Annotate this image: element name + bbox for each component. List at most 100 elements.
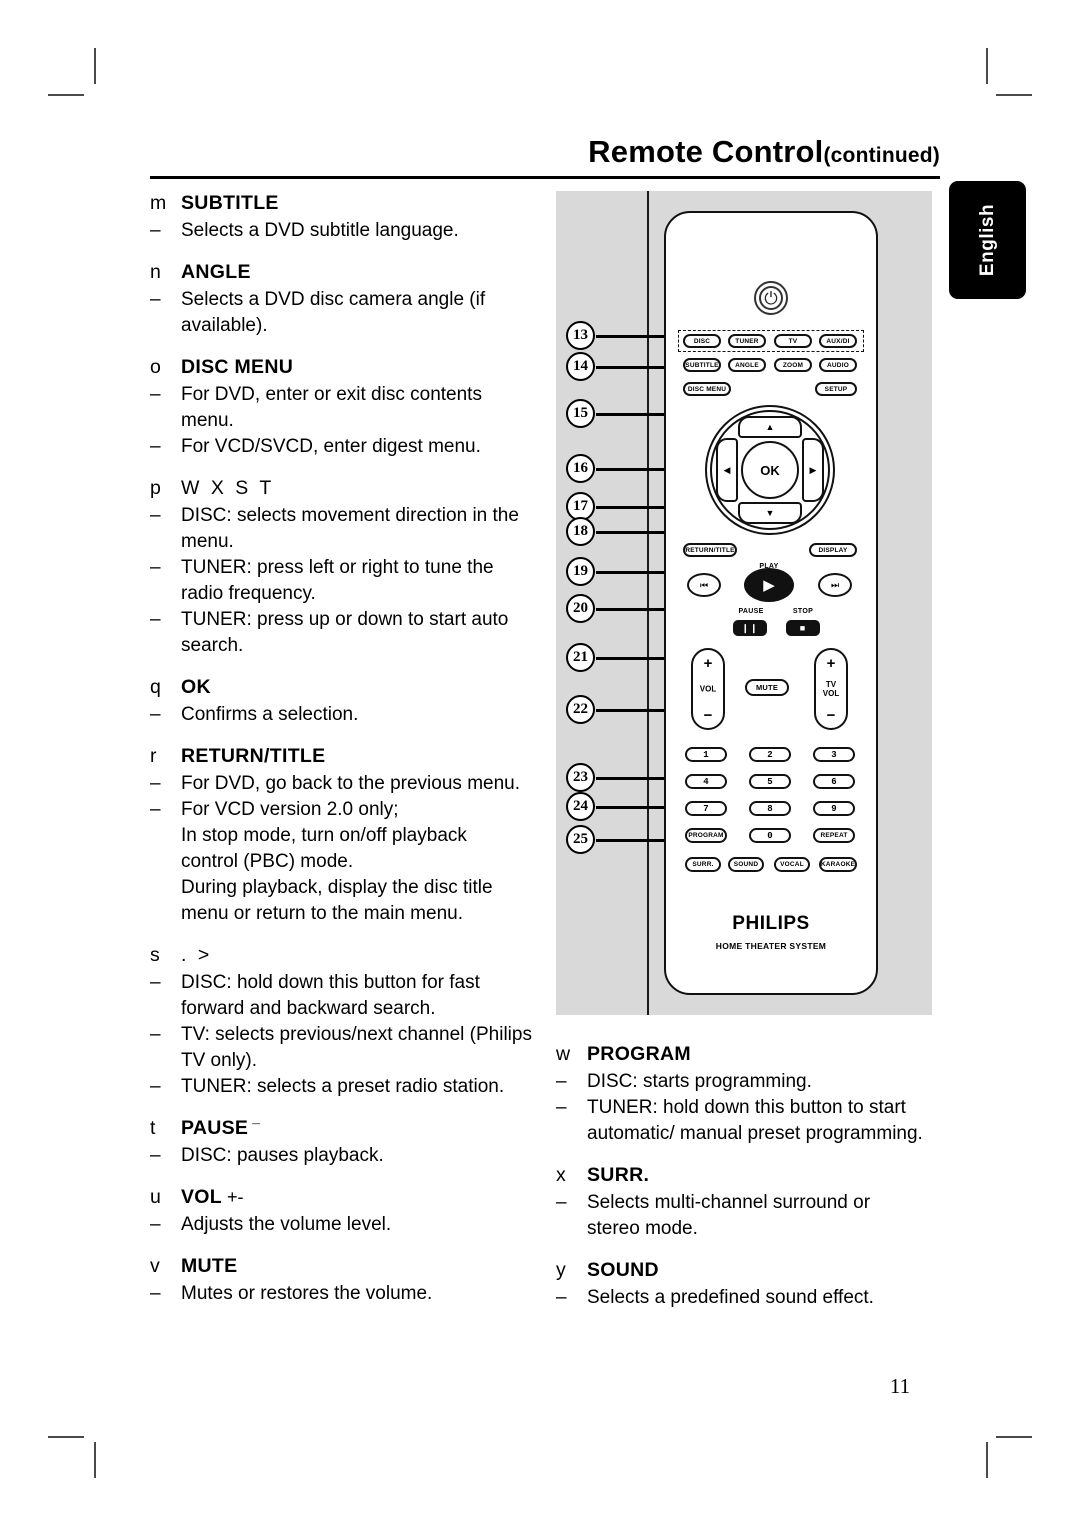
- key-display[interactable]: DISPLAY: [809, 543, 857, 557]
- bullet-dash: –: [150, 609, 161, 630]
- key-tuner[interactable]: TUNER: [728, 334, 766, 348]
- manual-entry: q OK – Confirms a selection.: [150, 676, 540, 727]
- callout-13: 13: [566, 321, 595, 350]
- key-aux-di[interactable]: AUX/DI: [819, 334, 857, 348]
- tv-volume-minus[interactable]: −: [816, 707, 846, 724]
- nav-down-button[interactable]: ▼: [738, 502, 802, 524]
- previous-button[interactable]: ⏮: [687, 573, 721, 597]
- callout-guide-line: [647, 191, 649, 1015]
- nav-up-button[interactable]: ▲: [738, 416, 802, 438]
- stop-button[interactable]: ■: [786, 620, 820, 636]
- tv-volume-plus[interactable]: +: [816, 655, 846, 672]
- key-karaoke[interactable]: KARAOKE: [819, 857, 857, 872]
- key-angle[interactable]: ANGLE: [728, 358, 766, 372]
- power-icon: ⏻: [764, 288, 778, 308]
- manual-entry: y SOUND – Selects a predefined sound effect…: [556, 1259, 946, 1310]
- callout-20: 20: [566, 594, 595, 623]
- entry-heading: q OK: [150, 676, 540, 699]
- nav-left-button[interactable]: ◀: [716, 438, 738, 502]
- key-return-title[interactable]: RETURN/TITLE: [683, 543, 737, 557]
- bullet-text: DISC: pauses playback.: [181, 1145, 384, 1166]
- power-button[interactable]: ⏻: [754, 281, 788, 315]
- bullet-text: For VCD/SVCD, enter digest menu.: [181, 436, 481, 457]
- entry-bullet-line: – For VCD version 2.0 only;: [150, 797, 540, 822]
- remote-control-body: ⏻ DISC TUNER TV AUX/DI SUBTITLE ANGLE ZO…: [664, 211, 878, 995]
- key-subtitle[interactable]: SUBTITLE: [683, 358, 721, 372]
- bullet-text: control (PBC) mode.: [181, 851, 354, 872]
- crop-mark-bottom-left-h: [48, 1436, 84, 1438]
- bullet-text: In stop mode, turn on/off playback: [181, 825, 467, 846]
- key-repeat[interactable]: REPEAT: [813, 828, 855, 843]
- entry-bullet-line: – Confirms a selection.: [150, 702, 540, 727]
- key-zoom[interactable]: ZOOM: [774, 358, 812, 372]
- entry-bullet-line: –menu or return to the main menu.: [150, 901, 540, 926]
- volume-label: VOL: [699, 684, 717, 694]
- key-7[interactable]: 7: [685, 801, 727, 816]
- key-9[interactable]: 9: [813, 801, 855, 816]
- bullet-text: Mutes or restores the volume.: [181, 1283, 433, 1304]
- entry-bullet-line: – DISC: starts programming.: [556, 1069, 946, 1094]
- bullet-text: For DVD, enter or exit disc contents: [181, 384, 482, 405]
- key-1[interactable]: 1: [685, 747, 727, 762]
- key-5[interactable]: 5: [749, 774, 791, 789]
- key-8[interactable]: 8: [749, 801, 791, 816]
- entry-heading: v MUTE: [150, 1255, 540, 1278]
- stop-icon: ■: [799, 623, 807, 633]
- bullet-dash: –: [150, 972, 161, 993]
- manual-entry: w PROGRAM – DISC: starts programming. – TUNER…: [556, 1043, 946, 1146]
- entry-title: . >: [181, 944, 213, 966]
- entry-title: PROGRAM: [587, 1043, 691, 1065]
- entry-bullet-line: – TUNER: press left or right to tune the: [150, 555, 540, 580]
- key-sound[interactable]: SOUND: [728, 857, 764, 872]
- key-vocal[interactable]: VOCAL: [774, 857, 810, 872]
- bullet-dash: –: [150, 1024, 161, 1045]
- bullet-dash: –: [150, 505, 161, 526]
- entry-heading: n ANGLE: [150, 261, 540, 284]
- key-disc-menu[interactable]: DISC MENU: [683, 382, 731, 396]
- navigation-pad: ▲ ▼ ◀ ▶ OK: [705, 405, 835, 535]
- pause-button[interactable]: ❙❙: [733, 620, 767, 636]
- key-setup[interactable]: SETUP: [815, 382, 857, 396]
- play-button[interactable]: ▶: [744, 568, 794, 602]
- entry-bullet-line: – Selects multi-channel surround or: [556, 1190, 946, 1215]
- entry-heading: s . >: [150, 944, 540, 967]
- key-surr[interactable]: SURR.: [685, 857, 721, 872]
- stop-label: STOP: [792, 608, 814, 615]
- volume-plus[interactable]: +: [693, 655, 723, 672]
- bullet-text: Adjusts the volume level.: [181, 1214, 392, 1235]
- key-audio[interactable]: AUDIO: [819, 358, 857, 372]
- entry-title: VOL: [181, 1186, 222, 1208]
- bullet-text: TV: selects previous/next channel (Phili…: [181, 1024, 532, 1045]
- entry-heading: m SUBTITLE: [150, 192, 540, 215]
- manual-entry: x SURR. – Selects multi-channel surround or…: [556, 1164, 946, 1241]
- mute-button[interactable]: MUTE: [745, 679, 789, 696]
- arrow-down-icon: ▼: [765, 507, 775, 518]
- callout-18: 18: [566, 517, 595, 546]
- ok-button[interactable]: OK: [741, 441, 799, 499]
- crop-mark-top-left-h: [48, 94, 84, 96]
- bullet-text: During playback, display the disc title: [181, 877, 493, 898]
- entry-key-letter: x: [556, 1164, 566, 1186]
- volume-rocker[interactable]: + VOL −: [691, 648, 725, 730]
- entry-key-letter: m: [150, 192, 167, 214]
- callout-24: 24: [566, 792, 595, 821]
- tv-volume-rocker[interactable]: + TV VOL −: [814, 648, 848, 730]
- nav-right-button[interactable]: ▶: [802, 438, 824, 502]
- key-0[interactable]: 0: [749, 828, 791, 843]
- key-6[interactable]: 6: [813, 774, 855, 789]
- volume-minus[interactable]: −: [693, 707, 723, 724]
- page-title-main: Remote Control: [588, 134, 824, 169]
- key-tv[interactable]: TV: [774, 334, 812, 348]
- brand-subtitle: HOME THEATER SYSTEM: [715, 941, 827, 951]
- key-3[interactable]: 3: [813, 747, 855, 762]
- key-disc[interactable]: DISC: [683, 334, 721, 348]
- next-button[interactable]: ⏭: [818, 573, 852, 597]
- entry-bullet-line: –control (PBC) mode.: [150, 849, 540, 874]
- bullet-dash: –: [150, 1283, 161, 1304]
- key-program[interactable]: PROGRAM: [685, 828, 727, 843]
- entry-bullet-line: – Selects a predefined sound effect.: [556, 1285, 946, 1310]
- key-4[interactable]: 4: [685, 774, 727, 789]
- key-2[interactable]: 2: [749, 747, 791, 762]
- entry-heading: y SOUND: [556, 1259, 946, 1282]
- manual-entry: n ANGLE – Selects a DVD disc camera angle (…: [150, 261, 540, 338]
